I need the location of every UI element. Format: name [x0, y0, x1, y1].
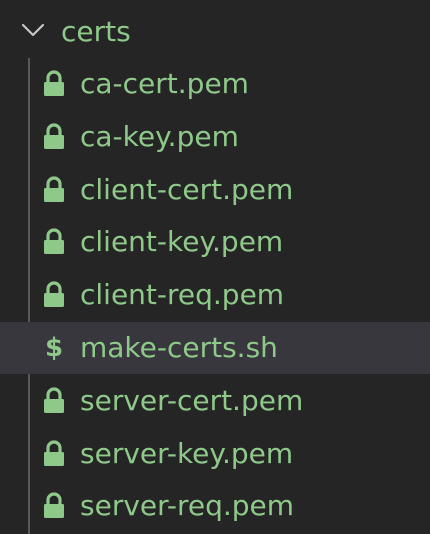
dollar-icon: $: [44, 333, 64, 363]
lock-icon: [41, 69, 67, 99]
lock-icon: [41, 227, 67, 257]
file-label: client-key.pem: [80, 225, 284, 258]
file-item-client-req[interactable]: client-req.pem: [0, 269, 430, 321]
file-item-client-cert[interactable]: client-cert.pem: [0, 164, 430, 216]
file-label: make-certs.sh: [80, 331, 278, 364]
file-item-ca-key[interactable]: ca-key.pem: [0, 111, 430, 163]
folder-certs[interactable]: certs: [0, 6, 430, 58]
file-label: ca-cert.pem: [80, 67, 249, 100]
file-label: server-req.pem: [80, 489, 295, 522]
lock-icon: [41, 280, 67, 310]
lock-icon: [41, 491, 67, 521]
file-label: client-cert.pem: [80, 173, 294, 206]
lock-icon: [41, 122, 67, 152]
file-item-ca-cert[interactable]: ca-cert.pem: [0, 58, 430, 110]
file-item-server-cert[interactable]: server-cert.pem: [0, 375, 430, 427]
file-item-server-req[interactable]: server-req.pem: [0, 480, 430, 532]
file-label: server-cert.pem: [80, 384, 304, 417]
file-explorer-tree: certs ca-cert.pem ca-key.pem client-cert…: [0, 0, 430, 534]
folder-label: certs: [61, 15, 131, 48]
chevron-down-icon[interactable]: [20, 20, 46, 40]
file-label: ca-key.pem: [80, 120, 239, 153]
lock-icon: [41, 175, 67, 205]
lock-icon: [41, 386, 67, 416]
file-item-server-key[interactable]: server-key.pem: [0, 428, 430, 480]
file-item-make-certs[interactable]: $ make-certs.sh: [0, 322, 430, 374]
file-item-client-key[interactable]: client-key.pem: [0, 216, 430, 268]
file-label: client-req.pem: [80, 278, 285, 311]
file-label: server-key.pem: [80, 437, 294, 470]
lock-icon: [41, 439, 67, 469]
